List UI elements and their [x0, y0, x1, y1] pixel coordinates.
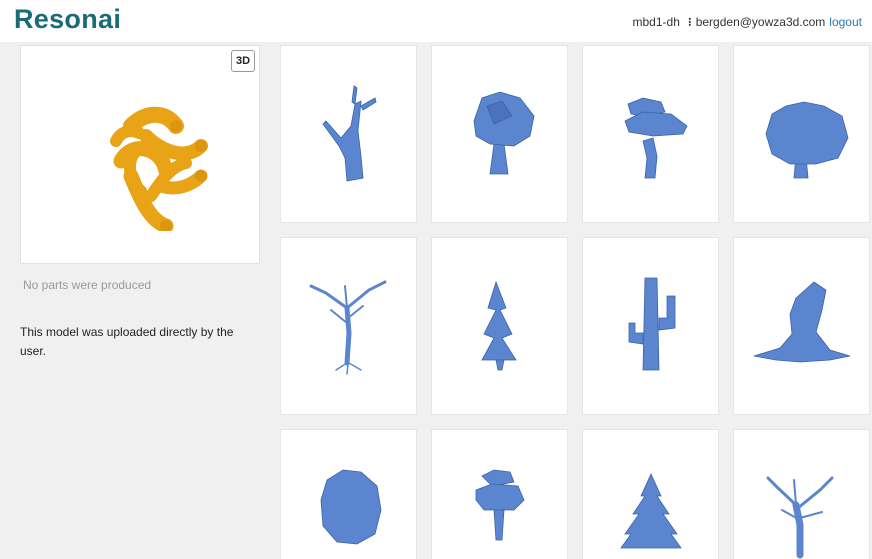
pine-tree-thumbnail: [481, 280, 517, 371]
uploaded-model-image: [110, 106, 208, 231]
result-tile[interactable]: [733, 45, 870, 223]
bare-branching-tree-thumbnail: [309, 280, 387, 375]
result-tile[interactable]: [431, 237, 568, 415]
stacked-rock-tree-thumbnail: [475, 469, 525, 541]
result-tile[interactable]: [733, 429, 870, 559]
view-3d-button[interactable]: 3D: [231, 50, 255, 72]
round-crown-tree-thumbnail: [320, 469, 382, 545]
result-tile[interactable]: [431, 45, 568, 223]
result-tile[interactable]: [582, 45, 719, 223]
result-tile[interactable]: [733, 237, 870, 415]
bushy-tree-thumbnail: [765, 101, 849, 179]
twisted-stump-thumbnail: [753, 281, 851, 363]
cactus-thumbnail: [628, 277, 676, 371]
server-name: mbd1-dh: [632, 15, 680, 29]
result-tile[interactable]: [582, 429, 719, 559]
spiky-pine-thumbnail: [620, 473, 682, 549]
kebab-icon[interactable]: ⁝: [688, 15, 692, 29]
dead-trunk-thumbnail: [322, 85, 377, 182]
result-tile[interactable]: [280, 237, 417, 415]
result-tile[interactable]: [280, 45, 417, 223]
result-tile[interactable]: [431, 429, 568, 559]
result-tile[interactable]: [582, 237, 719, 415]
stacked-tree-thumbnail: [624, 97, 688, 179]
logout-link[interactable]: logout: [829, 15, 862, 29]
gnarled-tree-thumbnail: [766, 476, 834, 559]
user-email: bergden@yowza3d.com: [695, 15, 826, 29]
upload-note: This model was uploaded directly by the …: [20, 325, 234, 358]
resonai-logo[interactable]: Resonai: [14, 4, 121, 35]
no-parts-message: No parts were produced: [23, 278, 152, 292]
model-preview[interactable]: 3D: [20, 45, 260, 264]
user-area: mbd1-dh ⁝ bergden@yowza3d.com logout: [633, 15, 863, 29]
logo-text: Resonai: [14, 4, 122, 34]
result-tile[interactable]: [280, 429, 417, 559]
lowpoly-leafy-tree-thumbnail: [473, 91, 535, 175]
top-bar: Resonai mbd1-dh ⁝ bergden@yowza3d.com lo…: [0, 0, 872, 42]
